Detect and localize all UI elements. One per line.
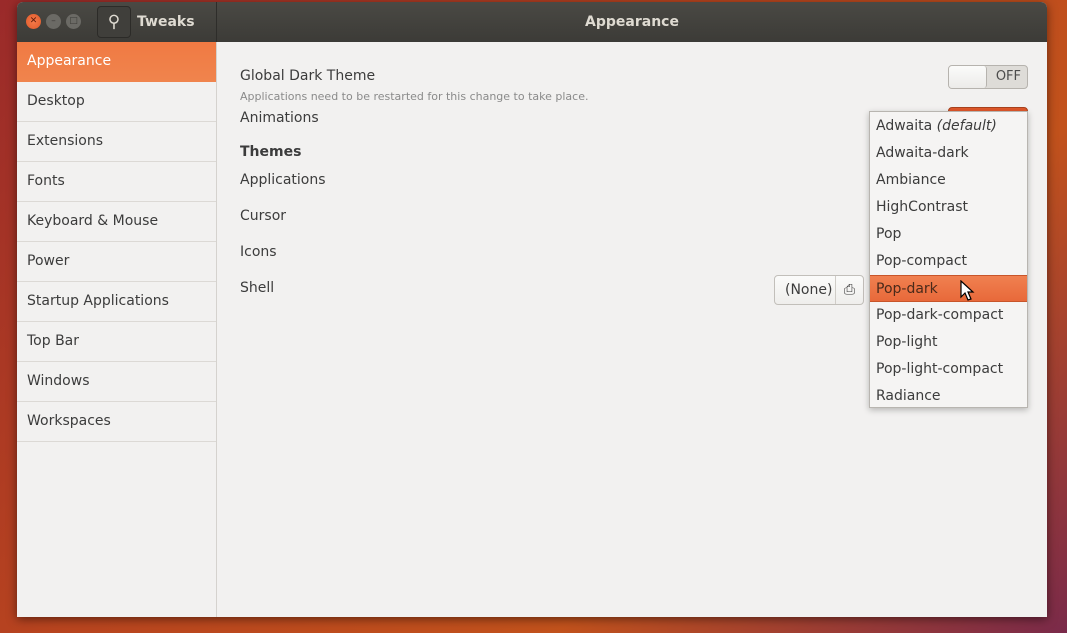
- maximize-icon[interactable]: □: [66, 14, 81, 29]
- minimize-icon[interactable]: –: [46, 14, 61, 29]
- search-icon: ⚲: [107, 12, 121, 32]
- menu-item-pop[interactable]: Pop: [870, 221, 1027, 248]
- sidebar-item-extensions[interactable]: Extensions: [17, 122, 216, 162]
- theme-dropdown-menu: Adwaita (default) Adwaita-dark Ambiance …: [869, 111, 1028, 408]
- sidebar-item-workspaces[interactable]: Workspaces: [17, 402, 216, 442]
- sidebar-item-startup-applications[interactable]: Startup Applications: [17, 282, 216, 322]
- themes-heading: Themes: [240, 144, 302, 160]
- menu-item-adwaita-dark[interactable]: Adwaita-dark: [870, 140, 1027, 167]
- global-dark-theme-toggle[interactable]: OFF: [948, 65, 1028, 89]
- page-title: Appearance: [585, 14, 679, 30]
- menu-item-pop-dark-compact[interactable]: Pop-dark-compact: [870, 302, 1027, 329]
- global-dark-theme-label: Global Dark Theme: [240, 68, 376, 84]
- shell-label: Shell: [240, 280, 275, 296]
- sidebar-item-desktop[interactable]: Desktop: [17, 82, 216, 122]
- menu-item-pop-light-compact[interactable]: Pop-light-compact: [870, 356, 1027, 383]
- menu-item-highcontrast[interactable]: HighContrast: [870, 194, 1027, 221]
- file-open-icon[interactable]: ⎙: [835, 276, 863, 304]
- applications-label: Applications: [240, 172, 326, 188]
- menu-item-pop-compact[interactable]: Pop-compact: [870, 248, 1027, 275]
- mouse-cursor-icon: [960, 280, 975, 301]
- sidebar-item-fonts[interactable]: Fonts: [17, 162, 216, 202]
- menu-item-radiance[interactable]: Radiance: [870, 383, 1027, 410]
- cursor-label: Cursor: [240, 208, 287, 224]
- sidebar-item-windows[interactable]: Windows: [17, 362, 216, 402]
- global-dark-theme-note: Applications need to be restarted for th…: [240, 90, 589, 103]
- shell-theme-chooser[interactable]: (None) ⎙: [774, 275, 864, 305]
- titlebar: ✕ – □ ⚲ Tweaks Appearance: [17, 2, 1047, 42]
- menu-item-pop-light[interactable]: Pop-light: [870, 329, 1027, 356]
- titlebar-left: ✕ – □ ⚲ Tweaks: [17, 2, 217, 42]
- search-button[interactable]: ⚲: [97, 6, 131, 38]
- icons-label: Icons: [240, 244, 277, 260]
- sidebar-item-power[interactable]: Power: [17, 242, 216, 282]
- sidebar-item-top-bar[interactable]: Top Bar: [17, 322, 216, 362]
- sidebar-item-appearance[interactable]: Appearance: [17, 42, 216, 82]
- menu-item-adwaita[interactable]: Adwaita (default): [870, 113, 1027, 140]
- sidebar: Appearance Desktop Extensions Fonts Keyb…: [17, 42, 217, 617]
- close-icon[interactable]: ✕: [26, 14, 41, 29]
- menu-item-pop-dark[interactable]: Pop-dark: [870, 275, 1027, 302]
- animations-label: Animations: [240, 110, 319, 126]
- menu-item-ambiance[interactable]: Ambiance: [870, 167, 1027, 194]
- app-title: Tweaks: [137, 14, 195, 30]
- sidebar-item-keyboard-mouse[interactable]: Keyboard & Mouse: [17, 202, 216, 242]
